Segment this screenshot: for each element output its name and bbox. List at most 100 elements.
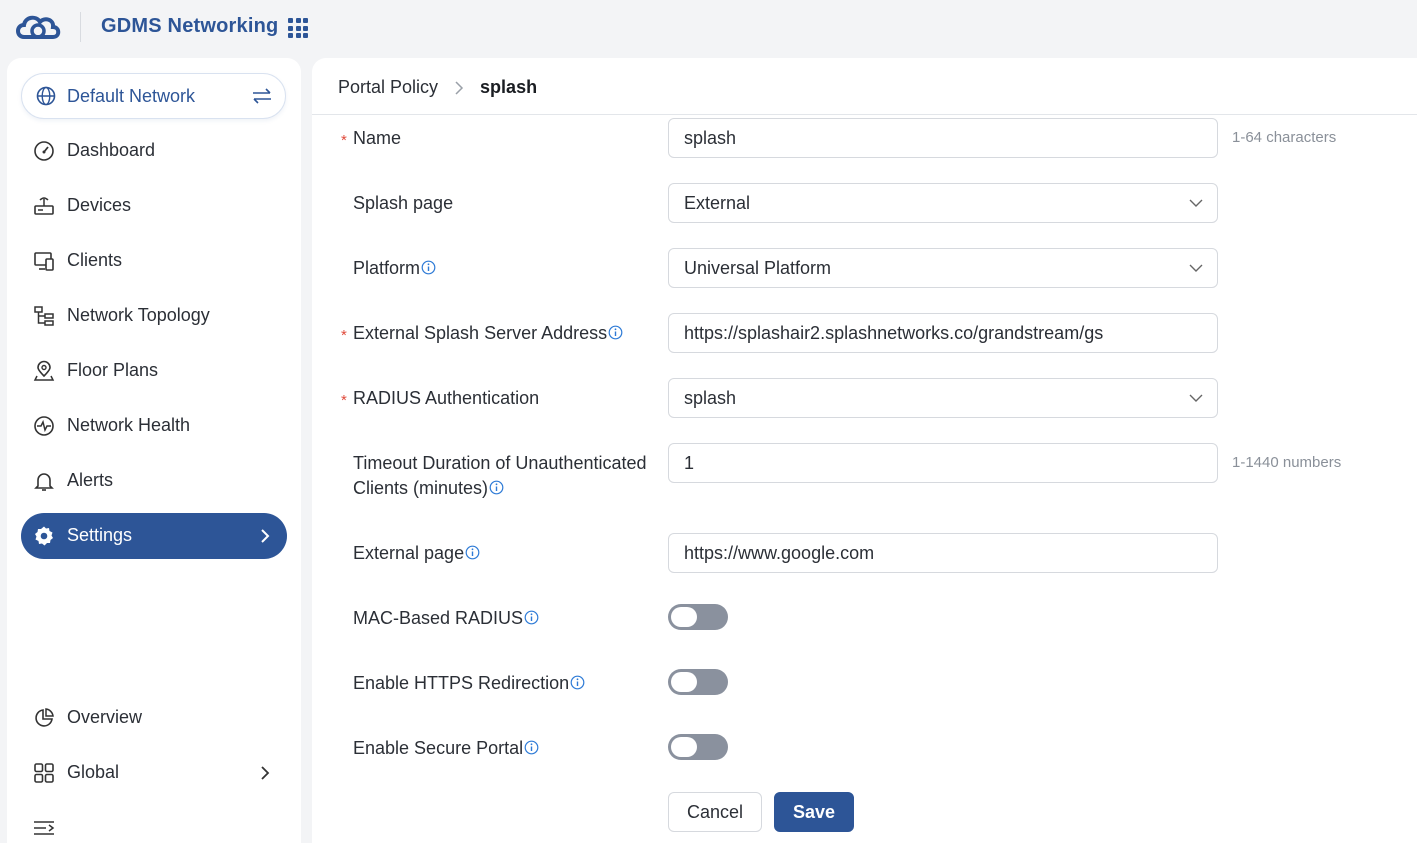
toggle-knob — [671, 672, 697, 692]
toggle-knob — [671, 737, 697, 757]
chevron-right-icon — [455, 80, 464, 95]
radius-auth-select[interactable]: splash — [668, 378, 1218, 418]
secure-portal-label-text: Enable Secure Portal — [353, 738, 524, 758]
grid-icon — [34, 763, 54, 783]
chevron-right-icon — [261, 766, 270, 780]
sidebar-item-label: Network Health — [67, 415, 191, 435]
external-page-label: External page — [353, 541, 480, 566]
sidebar-item-network-topology[interactable]: Network Topology — [21, 293, 287, 339]
gdms-logo-icon[interactable] — [14, 11, 62, 45]
topology-icon — [34, 306, 54, 326]
splash-page-select[interactable]: External — [668, 183, 1218, 223]
platform-select[interactable]: Universal Platform — [668, 248, 1218, 288]
sidebar-item-global[interactable]: Global — [21, 750, 287, 796]
mac-radius-label-text: MAC-Based RADIUS — [353, 608, 524, 628]
router-icon — [34, 197, 54, 215]
breadcrumb-parent-link[interactable]: Portal Policy — [338, 77, 438, 98]
https-redirect-label-text: Enable HTTPS Redirection — [353, 673, 570, 693]
gauge-icon — [34, 141, 54, 161]
external-page-input[interactable]: https://www.google.com — [668, 533, 1218, 573]
info-icon[interactable] — [524, 740, 539, 755]
radius-auth-label: RADIUS Authentication — [353, 388, 540, 408]
sidebar-item-clients[interactable]: Clients — [21, 238, 287, 284]
sidebar-item-devices[interactable]: Devices — [21, 183, 287, 229]
info-icon[interactable] — [421, 260, 436, 275]
timeout-input[interactable]: 1 — [668, 443, 1218, 483]
chevron-right-icon — [261, 529, 270, 543]
sidebar-item-label: Network Topology — [67, 305, 210, 325]
external-server-input[interactable]: https://splashair2.splashnetworks.co/gra… — [668, 313, 1218, 353]
external-server-label: External Splash Server Address — [353, 321, 623, 346]
chevron-down-icon — [1189, 264, 1203, 272]
sidebar-item-network-health[interactable]: Network Health — [21, 403, 287, 449]
swap-arrows-icon[interactable] — [251, 87, 273, 105]
external-server-label-text: External Splash Server Address — [353, 323, 608, 343]
platform-value: Universal Platform — [684, 258, 832, 278]
breadcrumb: Portal Policy splash — [338, 77, 537, 98]
top-bar: GDMS Networking — [0, 0, 1417, 56]
timeout-label-line2: Clients (minutes) — [353, 478, 489, 498]
apps-grid-icon[interactable] — [288, 18, 308, 38]
sidebar-item-dashboard[interactable]: Dashboard — [21, 128, 287, 174]
splash-page-value: External — [684, 193, 751, 213]
info-icon[interactable] — [524, 610, 539, 625]
required-asterisk: * — [341, 392, 347, 409]
mac-radius-toggle[interactable] — [668, 604, 728, 630]
footer-fade — [312, 788, 1417, 838]
https-redirect-label: Enable HTTPS Redirection — [353, 671, 585, 696]
platform-label-text: Platform — [353, 258, 421, 278]
gear-icon — [35, 526, 53, 546]
secure-portal-toggle[interactable] — [668, 734, 728, 760]
external-page-value: https://www.google.com — [684, 543, 875, 563]
mac-radius-label: MAC-Based RADIUS — [353, 606, 539, 631]
app-title: GDMS Networking — [101, 15, 279, 37]
main-panel: Portal Policy splash * Name splash 1-64 … — [312, 58, 1417, 843]
breadcrumb-current: splash — [480, 77, 538, 97]
info-icon[interactable] — [489, 480, 504, 495]
external-page-label-text: External page — [353, 543, 465, 563]
chevron-down-icon — [1189, 394, 1203, 402]
chevron-down-icon — [1189, 199, 1203, 207]
timeout-hint: 1-1440 numbers — [1232, 454, 1342, 471]
timeout-label-line1: Timeout Duration of Unauthenticated — [353, 453, 647, 473]
sidebar-item-label: Global — [67, 762, 120, 782]
heartbeat-icon — [34, 416, 54, 436]
info-icon[interactable] — [608, 325, 623, 340]
https-redirect-toggle[interactable] — [668, 669, 728, 695]
sidebar-item-label: Dashboard — [67, 140, 156, 160]
info-icon[interactable] — [465, 545, 480, 560]
sidebar-item-label: Devices — [67, 195, 132, 215]
globe-icon — [36, 86, 56, 106]
platform-label: Platform — [353, 256, 436, 281]
required-asterisk: * — [341, 327, 347, 344]
cancel-button[interactable]: Cancel — [668, 792, 762, 832]
network-name: Default Network — [67, 86, 196, 106]
timeout-label: Timeout Duration of Unauthenticated Clie… — [353, 451, 647, 501]
name-label: Name — [353, 128, 402, 148]
sidebar-item-label: Clients — [67, 250, 123, 270]
top-divider — [80, 12, 81, 42]
required-asterisk: * — [341, 132, 347, 149]
sidebar-item-label: Alerts — [67, 470, 114, 490]
network-switcher[interactable]: Default Network — [21, 73, 286, 119]
sidebar-item-settings[interactable]: Settings — [21, 513, 287, 559]
name-input-value: splash — [684, 128, 737, 148]
sidebar: Default Network Dashboard Devices Client… — [7, 58, 301, 843]
name-input[interactable]: splash — [668, 118, 1218, 158]
pie-chart-icon — [35, 708, 54, 727]
sidebar-item-label: Overview — [67, 707, 143, 727]
secure-portal-label: Enable Secure Portal — [353, 736, 539, 761]
toggle-knob — [671, 607, 697, 627]
bell-icon — [34, 473, 54, 491]
sidebar-item-label: Settings — [67, 525, 133, 545]
splash-page-label: Splash page — [353, 193, 454, 213]
sidebar-item-label: Floor Plans — [67, 360, 159, 380]
sidebar-item-floor-plans[interactable]: Floor Plans — [21, 348, 287, 394]
collapse-menu-icon[interactable] — [33, 818, 55, 838]
external-server-value: https://splashair2.splashnetworks.co/gra… — [684, 323, 1104, 343]
info-icon[interactable] — [570, 675, 585, 690]
save-button[interactable]: Save — [774, 792, 854, 832]
sidebar-item-overview[interactable]: Overview — [21, 695, 287, 741]
timeout-value: 1 — [684, 453, 695, 473]
sidebar-item-alerts[interactable]: Alerts — [21, 458, 287, 504]
